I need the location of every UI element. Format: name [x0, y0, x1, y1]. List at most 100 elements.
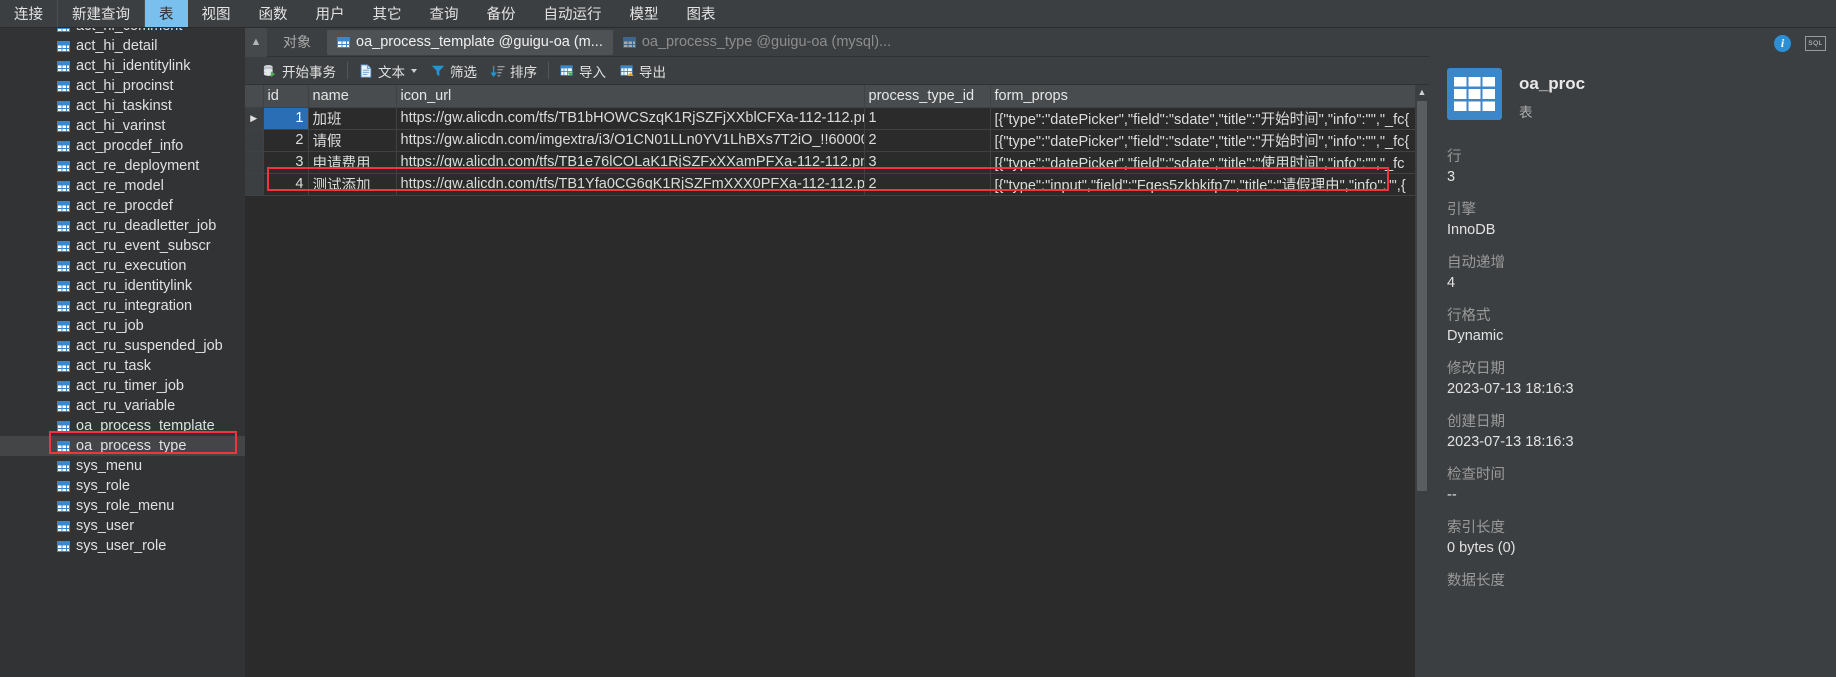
menu-item-5[interactable]: 用户 — [302, 0, 359, 27]
menu-item-11[interactable]: 图表 — [673, 0, 730, 27]
sidebar-item-act-hi-taskinst[interactable]: act_hi_taskinst — [0, 96, 245, 116]
cell-id[interactable]: 1 — [263, 107, 309, 130]
menu-item-1[interactable]: 新建查询 — [58, 0, 145, 27]
sidebar-item-sys-role-menu[interactable]: sys_role_menu — [0, 496, 245, 516]
filter-button[interactable]: 筛选 — [424, 59, 484, 83]
menu-item-7[interactable]: 查询 — [416, 0, 473, 27]
menu-item-3[interactable]: 视图 — [188, 0, 245, 27]
filter-icon — [431, 65, 445, 76]
sidebar-item-act-ru-event-subscr[interactable]: act_ru_event_subscr — [0, 236, 245, 256]
sidebar-item-act-procdef-info[interactable]: act_procdef_info — [0, 136, 245, 156]
cell-form-props[interactable]: [{"type":"datePicker","field":"sdate","t… — [990, 151, 1429, 174]
cell-form-props[interactable]: [{"type":"datePicker","field":"sdate","t… — [990, 107, 1429, 130]
tab-oa-process-template[interactable]: oa_process_template @guigu-oa (m... — [327, 29, 613, 55]
row-marker[interactable]: ▶ — [245, 107, 264, 130]
grid-vertical-scrollbar[interactable]: ▲ — [1415, 85, 1429, 677]
table-row[interactable]: 2 请假 https://gw.alicdn.com/imgextra/i3/O1C… — [245, 129, 1429, 152]
cell-process-type-id[interactable]: 2 — [864, 129, 991, 152]
column-header-process-type-id[interactable]: process_type_id — [864, 85, 991, 108]
sidebar-item-act-re-procdef[interactable]: act_re_procdef — [0, 196, 245, 216]
sidebar-item-act-hi-detail[interactable]: act_hi_detail — [0, 36, 245, 56]
tab-oa-process-type[interactable]: oa_process_type @guigu-oa (mysql)... — [613, 30, 901, 55]
cell-name[interactable]: 加班 — [308, 107, 397, 130]
sidebar-item-sys-user-role[interactable]: sys_user_role — [0, 536, 245, 556]
cell-icon-url[interactable]: https://gw.alicdn.com/tfs/TB1e76lCOLaK1R… — [396, 151, 865, 174]
sidebar-item-sys-menu[interactable]: sys_menu — [0, 456, 245, 476]
column-header-icon-url[interactable]: icon_url — [396, 85, 865, 108]
sql-preview-icon[interactable]: SQL — [1805, 35, 1826, 51]
table-row[interactable]: ▶ 1 加班 https://gw.alicdn.com/tfs/TB1bHOWCSz… — [245, 107, 1429, 130]
chevron-down-icon[interactable] — [411, 68, 417, 73]
cell-form-props[interactable]: [{"type":"input","field":"Fqes5zkbkifp7"… — [990, 173, 1429, 196]
row-marker[interactable] — [245, 173, 264, 196]
cell-icon-url[interactable]: https://gw.alicdn.com/tfs/TB1Yfa0CG6qK1R… — [396, 173, 865, 196]
text-view-button[interactable]: 文本 — [352, 59, 424, 83]
sidebar-item-oa-process-type[interactable]: oa_process_type — [0, 436, 245, 456]
sidebar-item-act-ru-integration[interactable]: act_ru_integration — [0, 296, 245, 316]
sidebar-item-oa-process-template[interactable]: oa_process_template — [0, 416, 245, 436]
cell-icon-url[interactable]: https://gw.alicdn.com/tfs/TB1bHOWCSzqK1R… — [396, 107, 865, 130]
menu-item-8[interactable]: 备份 — [473, 0, 530, 27]
export-button[interactable]: 导出 — [613, 59, 673, 83]
scroll-up-arrow[interactable]: ▲ — [1415, 85, 1429, 99]
menu-item-2[interactable]: 表 — [145, 0, 188, 27]
cell-id[interactable]: 4 — [263, 173, 309, 196]
cell-icon-url[interactable]: https://gw.alicdn.com/imgextra/i3/O1CN01… — [396, 129, 865, 152]
cell-form-props[interactable]: [{"type":"datePicker","field":"sdate","t… — [990, 129, 1429, 152]
sidebar-item-label: act_ru_identitylink — [76, 278, 193, 294]
sidebar-item-act-ru-variable[interactable]: act_ru_variable — [0, 396, 245, 416]
row-marker[interactable] — [245, 129, 264, 152]
object-tree-sidebar[interactable]: act_hi_comment act_hi_detail act_hi_identi… — [0, 28, 245, 677]
sidebar-item-sys-role[interactable]: sys_role — [0, 476, 245, 496]
editor-tab-strip[interactable]: ▲ 对象 oa_process_template @guigu-oa (m...… — [245, 27, 1429, 57]
import-button[interactable]: 导入 — [553, 59, 613, 83]
result-table[interactable]: id name icon_url process_type_id form_pr… — [245, 85, 1429, 196]
grid-action-toolbar[interactable]: 开始事务 文本 筛选 排序 导入 导出 — [245, 57, 1429, 85]
sidebar-item-sys-user[interactable]: sys_user — [0, 516, 245, 536]
sidebar-item-act-hi-identitylink[interactable]: act_hi_identitylink — [0, 56, 245, 76]
menu-item-4[interactable]: 函数 — [245, 0, 302, 27]
data-grid[interactable]: id name icon_url process_type_id form_pr… — [245, 85, 1429, 677]
table-tree[interactable]: act_hi_comment act_hi_detail act_hi_identi… — [0, 28, 245, 556]
cell-id[interactable]: 3 — [263, 151, 309, 174]
sidebar-item-act-ru-task[interactable]: act_ru_task — [0, 356, 245, 376]
sidebar-item-act-ru-execution[interactable]: act_ru_execution — [0, 256, 245, 276]
cell-process-type-id[interactable]: 2 — [864, 173, 991, 196]
sort-button[interactable]: 排序 — [484, 59, 544, 83]
cell-name[interactable]: 测试添加 — [308, 173, 397, 196]
column-header-id[interactable]: id — [263, 85, 309, 108]
menu-item-6[interactable]: 其它 — [359, 0, 416, 27]
sidebar-item-act-ru-deadletter-job[interactable]: act_ru_deadletter_job — [0, 216, 245, 236]
sidebar-item-act-ru-suspended-job[interactable]: act_ru_suspended_job — [0, 336, 245, 356]
column-header-form-props[interactable]: form_props — [990, 85, 1429, 108]
sidebar-item-act-ru-identitylink[interactable]: act_ru_identitylink — [0, 276, 245, 296]
sidebar-item-act-ru-timer-job[interactable]: act_ru_timer_job — [0, 376, 245, 396]
sidebar-item-label: act_procdef_info — [76, 138, 184, 154]
object-tab-label[interactable]: 对象 — [267, 28, 327, 57]
row-marker[interactable] — [245, 151, 264, 174]
info-icon[interactable]: i — [1774, 34, 1791, 52]
sidebar-item-act-hi-procinst[interactable]: act_hi_procinst — [0, 76, 245, 96]
sidebar-item-act-re-deployment[interactable]: act_re_deployment — [0, 156, 245, 176]
cell-process-type-id[interactable]: 1 — [864, 107, 991, 130]
cell-id[interactable]: 2 — [263, 129, 309, 152]
navicat-window: 连接新建查询表视图函数用户其它查询备份自动运行模型图表 act_hi_comme… — [0, 0, 1836, 677]
sidebar-item-act-hi-comment[interactable]: act_hi_comment — [0, 28, 245, 36]
scrollbar-thumb[interactable] — [1417, 101, 1427, 491]
collapse-panel-button[interactable]: ▲ — [245, 27, 267, 57]
column-header-name[interactable]: name — [308, 85, 397, 108]
table-icon — [57, 340, 70, 352]
sidebar-item-act-hi-varinst[interactable]: act_hi_varinst — [0, 116, 245, 136]
cell-name[interactable]: 申请费用 — [308, 151, 397, 174]
menu-item-10[interactable]: 模型 — [616, 0, 673, 27]
cell-name[interactable]: 请假 — [308, 129, 397, 152]
menu-item-0[interactable]: 连接 — [0, 0, 58, 27]
table-row[interactable]: 3 申请费用 https://gw.alicdn.com/tfs/TB1e76lCO… — [245, 151, 1429, 174]
table-row[interactable]: 4 测试添加 https://gw.alicdn.com/tfs/TB1Yfa0CG… — [245, 173, 1429, 196]
sidebar-item-act-re-model[interactable]: act_re_model — [0, 176, 245, 196]
info-pane-header[interactable]: i SQL — [1429, 28, 1836, 58]
sidebar-item-act-ru-job[interactable]: act_ru_job — [0, 316, 245, 336]
cell-process-type-id[interactable]: 3 — [864, 151, 991, 174]
begin-transaction-button[interactable]: 开始事务 — [256, 59, 343, 83]
menu-item-9[interactable]: 自动运行 — [530, 0, 616, 27]
